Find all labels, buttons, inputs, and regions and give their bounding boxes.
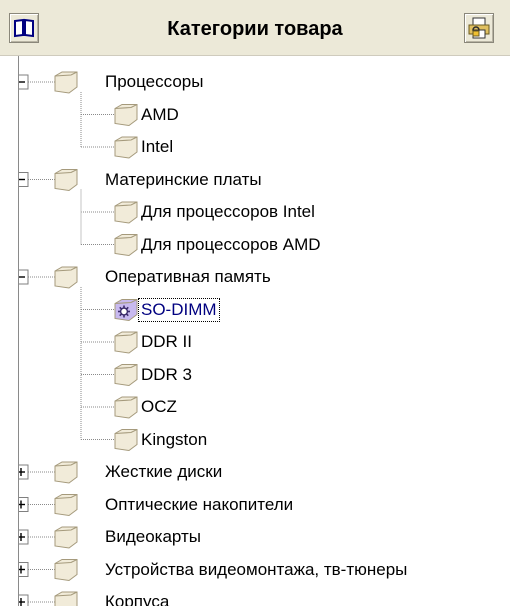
folder-icon <box>54 71 78 94</box>
tree-node-label[interactable]: Оперативная память <box>103 266 273 288</box>
category-tree[interactable]: Процессоры AMD Intel Материнские платы Для п… <box>18 56 510 606</box>
tree-node-label[interactable]: Жесткие диски <box>103 461 224 483</box>
folder-icon <box>54 494 78 517</box>
folder-icon <box>114 201 138 224</box>
tree-node-label[interactable]: DDR II <box>139 331 194 353</box>
tree-node-label[interactable]: Для процессоров Intel <box>139 201 317 223</box>
folder-icon <box>114 429 138 452</box>
collapse-toggle-icon[interactable] <box>19 74 29 90</box>
folder-icon <box>54 559 78 582</box>
folder-icon <box>54 526 78 549</box>
expand-toggle-icon[interactable] <box>19 529 29 545</box>
expand-toggle-icon[interactable] <box>19 464 29 480</box>
collapse-toggle-icon[interactable] <box>19 269 29 285</box>
print-lock-icon <box>468 17 490 39</box>
tree-node-label[interactable]: OCZ <box>139 396 179 418</box>
folder-icon <box>54 266 78 289</box>
tree-connectors <box>19 71 138 606</box>
book-icon <box>14 18 34 38</box>
gear-folder-icon <box>114 299 138 322</box>
folder-icon <box>114 364 138 387</box>
tree-node-label[interactable]: DDR 3 <box>139 364 194 386</box>
tree-node-label[interactable]: Видеокарты <box>103 526 203 548</box>
folder-icon <box>114 331 138 354</box>
folder-icon <box>54 169 78 192</box>
tree-node-label[interactable]: Материнские платы <box>103 169 264 191</box>
collapse-toggle-icon[interactable] <box>19 172 29 187</box>
tree-node-label[interactable]: Корпуса <box>103 591 171 606</box>
folder-icon <box>54 591 78 606</box>
print-lock-button[interactable] <box>464 13 494 43</box>
folder-icon <box>54 461 78 484</box>
tree-node-label[interactable]: AMD <box>139 104 181 126</box>
folder-icon <box>114 136 138 159</box>
expand-toggle-icon[interactable] <box>19 594 29 606</box>
tree-node-label[interactable]: Оптические накопители <box>103 494 295 516</box>
tree-node-label[interactable]: Kingston <box>139 429 209 451</box>
panel-title: Категории товара <box>167 18 343 40</box>
tree-node-label-selected[interactable]: SO-DIMM <box>138 297 220 322</box>
folder-icon <box>114 104 138 127</box>
expand-toggle-icon[interactable] <box>19 497 29 512</box>
category-panel: Категории товара Процессоры AMD Intel Матер… <box>0 0 510 606</box>
tree-node-label[interactable]: Intel <box>139 136 175 158</box>
panel-header: Категории товара <box>0 0 510 56</box>
folder-icon <box>114 234 138 257</box>
tree-node-label[interactable]: Процессоры <box>103 71 205 93</box>
book-button[interactable] <box>9 13 39 43</box>
tree-node-label[interactable]: Для процессоров AMD <box>139 234 323 256</box>
expand-toggle-icon[interactable] <box>19 562 29 577</box>
folder-icon <box>114 396 138 419</box>
tree-node-label[interactable]: Устройства видеомонтажа, тв-тюнеры <box>103 559 409 581</box>
